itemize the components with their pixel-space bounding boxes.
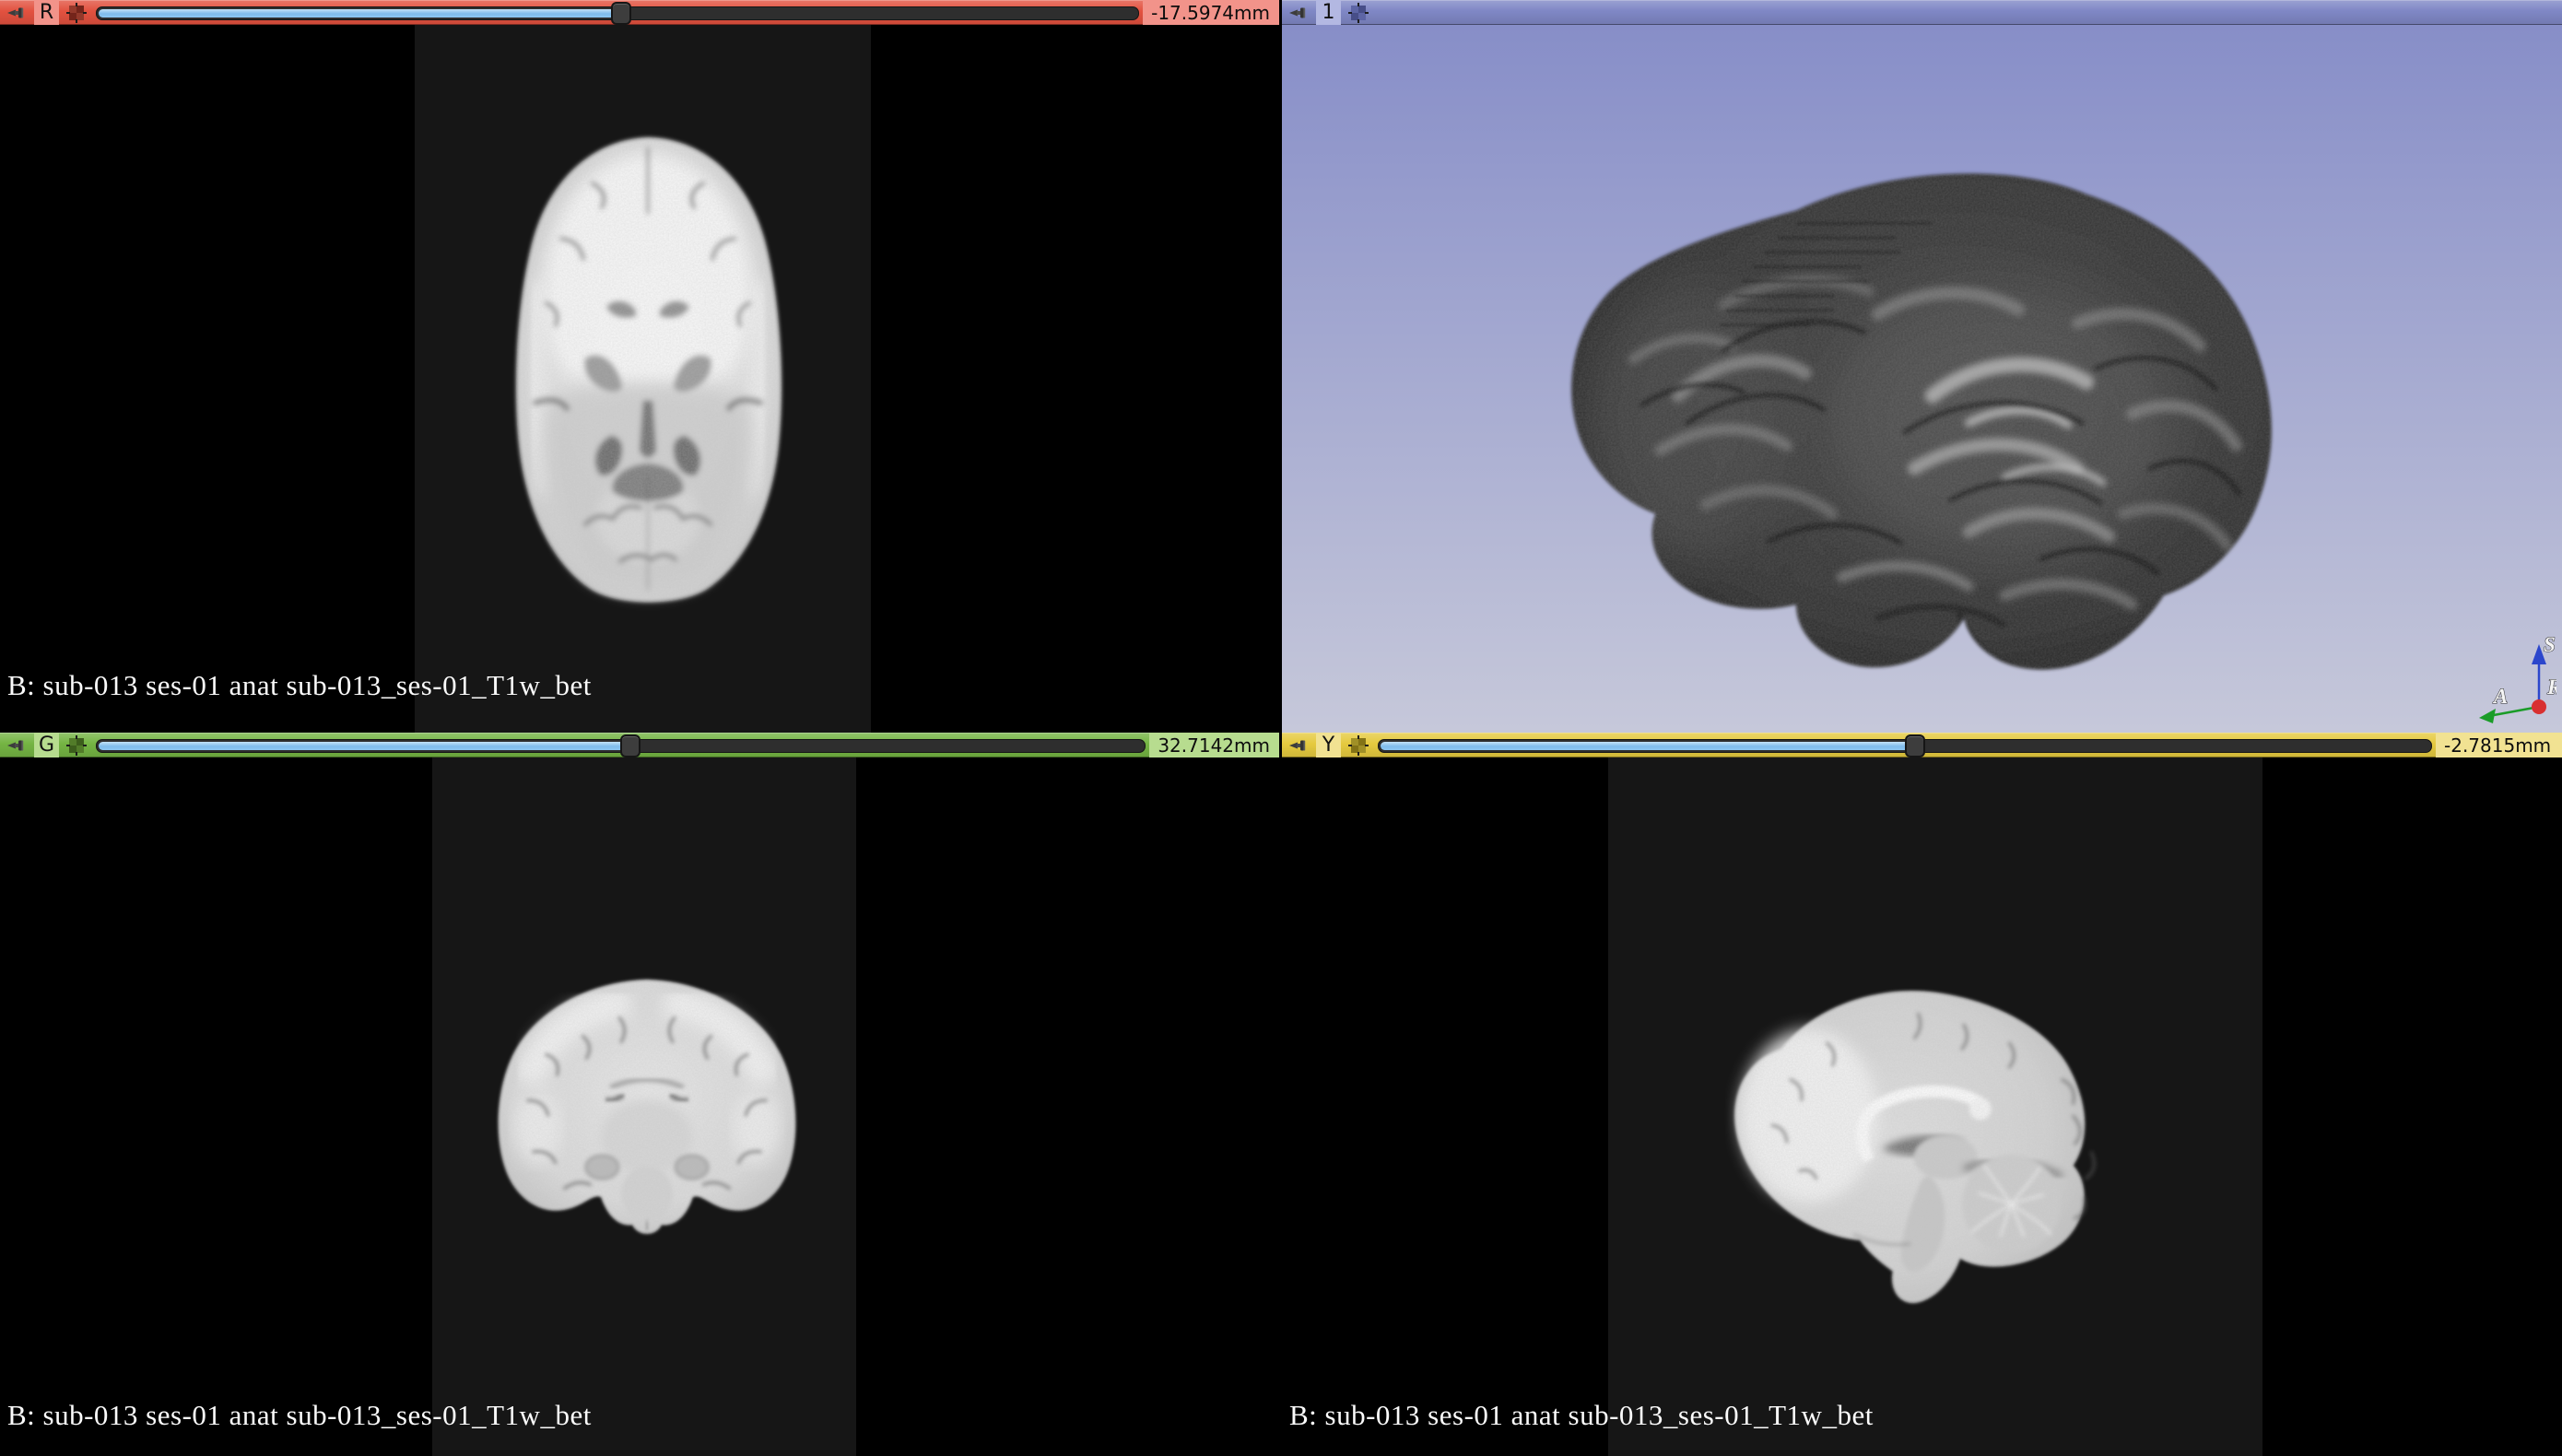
green-slice-view-panel: G 32.7142mm: [0, 733, 1279, 1456]
yellow-slice-offset-slider[interactable]: [1378, 733, 2432, 757]
threed-controller-bar: 1: [1282, 0, 2562, 25]
slider-handle[interactable]: [620, 734, 640, 757]
green-slice-offset-slider[interactable]: [96, 733, 1146, 757]
slider-track[interactable]: [96, 739, 1146, 753]
threed-view-label[interactable]: 1: [1316, 0, 1341, 25]
spin-icon[interactable]: [1345, 3, 1372, 23]
pushpin-icon: [1288, 739, 1310, 752]
orientation-axes-widget[interactable]: S A R: [2468, 622, 2556, 725]
green-slice-offset-value: 32.7142mm: [1149, 733, 1279, 757]
red-slice-viewport[interactable]: B: sub-013 ses-01 anat sub-013_ses-01_T1…: [0, 25, 1279, 733]
crosshair-icon: [1348, 3, 1369, 23]
green-slice-controller-bar: G 32.7142mm: [0, 733, 1279, 757]
threed-viewport[interactable]: S A R: [1282, 25, 2562, 733]
slice-intersection-icon[interactable]: [63, 735, 90, 756]
slider-handle[interactable]: [1905, 734, 1925, 757]
yellow-view-label[interactable]: Y: [1316, 733, 1341, 757]
pin-icon[interactable]: [1286, 739, 1313, 752]
pushpin-icon: [1288, 6, 1310, 19]
red-slice-offset-value: -17.5974mm: [1143, 0, 1279, 25]
slider-fill: [1381, 742, 1915, 750]
slider-handle[interactable]: [611, 2, 631, 25]
yellow-slice-controller-bar: Y -2.7815mm: [1282, 733, 2562, 757]
red-slice-controller-bar: R -17.5974mm: [0, 0, 1279, 25]
pin-icon[interactable]: [1286, 6, 1313, 19]
slider-track[interactable]: [1378, 739, 2432, 753]
crosshair-icon: [1348, 735, 1369, 756]
yellow-slice-offset-value: -2.7815mm: [2436, 733, 2562, 757]
red-slice-offset-slider[interactable]: [96, 0, 1139, 25]
axis-label-right: R: [2546, 675, 2556, 699]
red-view-label[interactable]: R: [34, 0, 59, 25]
threed-view-panel: 1: [1282, 0, 2562, 733]
four-up-viewer-layout: R -17.5974mm: [0, 0, 2562, 1456]
corner-annotation: B: sub-013 ses-01 anat sub-013_ses-01_T1…: [7, 1399, 592, 1432]
axis-label-superior: S: [2544, 633, 2556, 656]
pushpin-icon: [6, 739, 29, 752]
slider-track[interactable]: [96, 6, 1139, 20]
pushpin-icon: [6, 6, 29, 19]
corner-annotation: B: sub-013 ses-01 anat sub-013_ses-01_T1…: [7, 669, 592, 702]
crosshair-icon: [66, 735, 87, 756]
green-view-label[interactable]: G: [34, 733, 59, 757]
yellow-slice-viewport[interactable]: B: sub-013 ses-01 anat sub-013_ses-01_T1…: [1282, 757, 2562, 1456]
axis-label-anterior: A: [2492, 685, 2508, 708]
pin-icon[interactable]: [4, 739, 31, 752]
sagittal-slice-image: [1690, 970, 2146, 1312]
red-slice-view-panel: R -17.5974mm: [0, 0, 1279, 733]
crosshair-icon: [66, 3, 87, 23]
slice-intersection-icon[interactable]: [63, 3, 90, 23]
yellow-slice-view-panel: Y -2.7815mm: [1282, 733, 2562, 1456]
axial-slice-image: [482, 126, 814, 615]
volume-rendered-brain: [1490, 123, 2338, 722]
corner-annotation: B: sub-013 ses-01 anat sub-013_ses-01_T1…: [1289, 1399, 1874, 1432]
coronal-slice-image: [473, 972, 821, 1247]
green-slice-viewport[interactable]: B: sub-013 ses-01 anat sub-013_ses-01_T1…: [0, 757, 1279, 1456]
slice-intersection-icon[interactable]: [1345, 735, 1372, 756]
slider-fill: [99, 9, 622, 18]
pin-icon[interactable]: [4, 6, 31, 19]
slider-fill: [99, 742, 630, 750]
